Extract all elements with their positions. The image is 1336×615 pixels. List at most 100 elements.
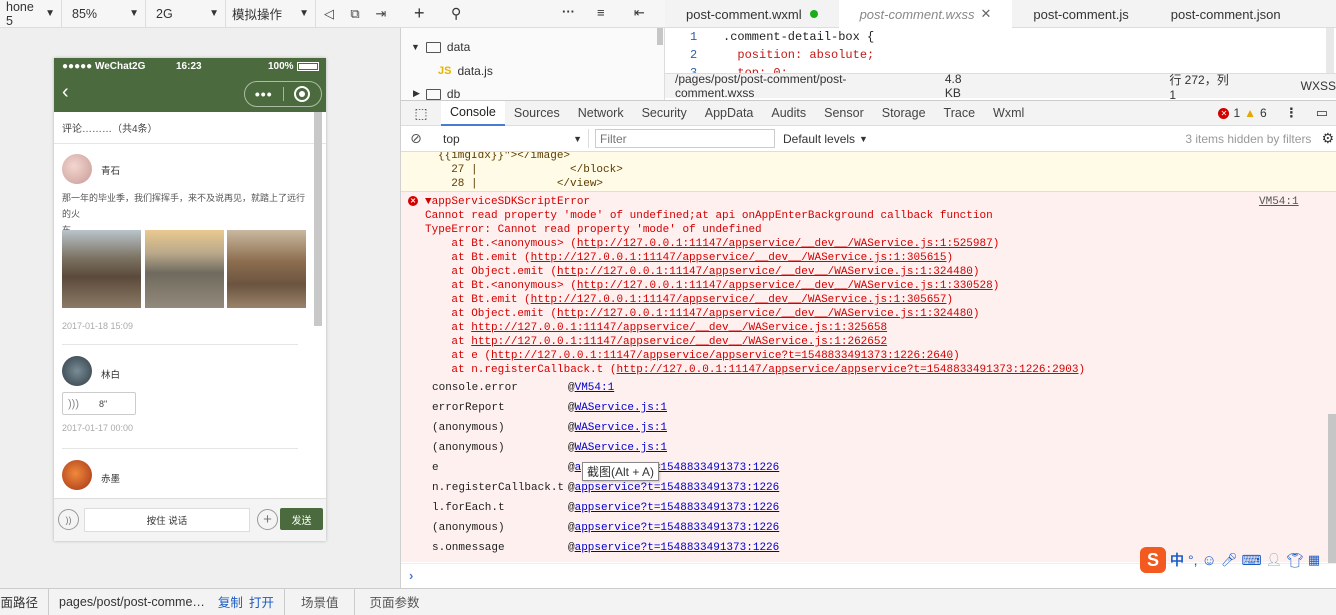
- voice-toggle-icon[interactable]: )): [58, 509, 79, 530]
- tab-storage[interactable]: Storage: [873, 101, 935, 126]
- stack-frame-url[interactable]: http://127.0.0.1:11147/appservice/appser…: [616, 364, 1078, 376]
- tab-js[interactable]: post-comment.js: [1012, 0, 1149, 28]
- kebab-menu-icon[interactable]: ⋮: [1285, 105, 1298, 121]
- tree-scrollbar[interactable]: [657, 28, 663, 45]
- add-icon[interactable]: +: [414, 3, 425, 24]
- clear-console-icon[interactable]: ⊘: [401, 130, 431, 147]
- operation-select[interactable]: 模拟操作 ▼: [226, 0, 316, 28]
- warning-count[interactable]: 6: [1260, 106, 1267, 120]
- console-scrollbar[interactable]: [1328, 414, 1336, 563]
- scene-value-button[interactable]: 场景值: [283, 588, 355, 615]
- stack-frame-close: ): [972, 266, 980, 278]
- more-dots-icon[interactable]: •••: [245, 86, 283, 102]
- page-params-button[interactable]: 页面参数: [354, 588, 433, 615]
- detach-icon[interactable]: ⇥: [368, 0, 394, 28]
- error-source-link[interactable]: VM54:1: [1259, 195, 1299, 209]
- inspect-element-icon[interactable]: ⬚: [401, 105, 441, 122]
- code-editor[interactable]: 1 .comment-detail-box { 2 position: abso…: [665, 28, 1336, 80]
- settings-gear-icon[interactable]: ⚙: [1321, 130, 1334, 147]
- tab-network[interactable]: Network: [569, 101, 633, 126]
- ime-mode[interactable]: 中: [1170, 550, 1184, 570]
- tree-label: data.js: [457, 64, 493, 78]
- comment-image[interactable]: [62, 230, 141, 308]
- collapse-icon[interactable]: ≡: [597, 5, 605, 20]
- trace-source-link[interactable]: appservice?t=1548833491373:1226: [575, 522, 780, 534]
- more-icon[interactable]: ···: [562, 4, 575, 19]
- sogou-logo-icon[interactable]: S: [1140, 547, 1166, 573]
- trace-source-link[interactable]: appservice?t=1548833491373:1226: [575, 542, 780, 554]
- context-select[interactable]: top ▼: [437, 129, 589, 148]
- zoom-select[interactable]: 85% ▼: [62, 0, 146, 28]
- log-levels-select[interactable]: Default levels ▼: [783, 132, 868, 146]
- keyboard-icon[interactable]: ⌨: [1241, 552, 1261, 569]
- stack-frame-url[interactable]: http://127.0.0.1:11147/appservice/__dev_…: [471, 336, 887, 348]
- avatar[interactable]: [62, 460, 92, 490]
- comment-image[interactable]: [227, 230, 306, 308]
- stack-frame-url[interactable]: http://127.0.0.1:11147/appservice/__dev_…: [557, 308, 973, 320]
- close-icon[interactable]: ✕: [980, 6, 991, 22]
- volume-icon[interactable]: ◁: [316, 0, 342, 28]
- tab-wxss[interactable]: post-comment.wxss ✕: [838, 0, 1013, 28]
- error-title[interactable]: ▼appServiceSDKScriptError: [425, 195, 590, 209]
- hold-to-talk-button[interactable]: 按住 说话: [84, 508, 250, 532]
- tree-folder-db[interactable]: ▶ db: [413, 86, 460, 100]
- copy-link[interactable]: 复制: [215, 592, 246, 611]
- tab-sensor[interactable]: Sensor: [815, 101, 873, 126]
- network-select[interactable]: 2G ▼: [146, 0, 226, 28]
- toolbox-icon[interactable]: ▦: [1308, 552, 1320, 568]
- tree-folder-data[interactable]: ▼ data: [411, 40, 470, 54]
- tab-appdata[interactable]: AppData: [696, 101, 763, 126]
- trace-source-link[interactable]: WAService.js:1: [575, 422, 667, 434]
- tab-wxml[interactable]: Wxml: [984, 101, 1033, 126]
- plus-icon[interactable]: +: [257, 509, 278, 530]
- trace-source-link[interactable]: WAService.js:1: [575, 402, 667, 414]
- stack-frame-url[interactable]: http://127.0.0.1:11147/appservice/__dev_…: [471, 322, 887, 334]
- phone-scrollbar[interactable]: [314, 112, 322, 326]
- error-count[interactable]: 1: [1233, 106, 1240, 120]
- emoji-icon[interactable]: ☺: [1202, 552, 1217, 569]
- dock-icon[interactable]: ▭: [1316, 105, 1328, 121]
- skin-icon[interactable]: 👕︎: [1286, 552, 1304, 569]
- trace-source-link[interactable]: WAService.js:1: [575, 442, 667, 454]
- js-file-icon: JS: [438, 65, 452, 77]
- comment-image[interactable]: [145, 230, 224, 308]
- back-arrow-icon[interactable]: ‹: [62, 82, 69, 102]
- stack-frame-fn: at Bt.emit (: [425, 252, 531, 264]
- close-circle-icon[interactable]: [284, 86, 322, 102]
- context-value: top: [443, 131, 460, 146]
- microphone-icon[interactable]: 🎤︎: [1221, 552, 1238, 568]
- warning-line: 28 | </view>: [438, 178, 604, 190]
- editor-scrollbar[interactable]: [1326, 28, 1334, 73]
- tab-json[interactable]: post-comment.json: [1150, 0, 1302, 28]
- trace-at: @: [568, 542, 575, 554]
- tab-label: Trace: [943, 106, 976, 120]
- open-link[interactable]: 打开: [246, 592, 284, 611]
- hide-tree-icon[interactable]: ⇤: [634, 5, 645, 21]
- tab-sources[interactable]: Sources: [505, 101, 569, 126]
- stack-frame-url[interactable]: http://127.0.0.1:11147/appservice/__dev_…: [557, 266, 973, 278]
- tab-security[interactable]: Security: [633, 101, 696, 126]
- tab-wxml[interactable]: post-comment.wxml: [665, 0, 839, 28]
- tab-trace[interactable]: Trace: [935, 101, 985, 126]
- stack-frame-url[interactable]: http://127.0.0.1:11147/appservice/__dev_…: [577, 280, 993, 292]
- stack-frame-url[interactable]: http://127.0.0.1:11147/appservice/__dev_…: [577, 238, 993, 250]
- stack-frame-url[interactable]: http://127.0.0.1:11147/appservice/__dev_…: [531, 294, 947, 306]
- user-icon[interactable]: 👤︎: [1266, 552, 1283, 568]
- tab-audits[interactable]: Audits: [762, 101, 815, 126]
- screenshot-icon[interactable]: ⧉: [342, 0, 368, 28]
- avatar[interactable]: [62, 356, 92, 386]
- voice-message[interactable]: ))) 8": [62, 392, 136, 415]
- punctuation-icon[interactable]: °,: [1188, 552, 1198, 568]
- stack-frame-url[interactable]: http://127.0.0.1:11147/appservice/__dev_…: [531, 252, 947, 264]
- stack-frame-url[interactable]: http://127.0.0.1:11147/appservice/appser…: [491, 350, 953, 362]
- trace-source-link[interactable]: appservice?t=1548833491373:1226: [575, 502, 780, 514]
- search-icon[interactable]: ⚲: [451, 5, 461, 22]
- filter-input[interactable]: [595, 129, 775, 148]
- send-button[interactable]: 发送: [280, 508, 323, 530]
- tab-console[interactable]: Console: [441, 100, 505, 126]
- avatar[interactable]: [62, 154, 92, 184]
- trace-source-link[interactable]: appservice?t=1548833491373:1226: [575, 482, 780, 494]
- device-select[interactable]: hone 5 ▼: [0, 0, 62, 28]
- trace-source-link[interactable]: VM54:1: [575, 382, 615, 394]
- tree-file-data-js[interactable]: JS data.js: [438, 64, 493, 78]
